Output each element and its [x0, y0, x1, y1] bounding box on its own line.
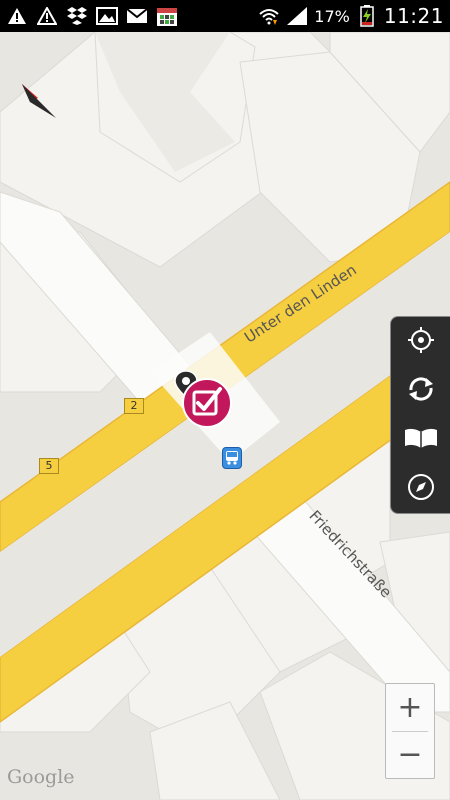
- calendar-icon: [156, 5, 178, 27]
- map-book-button[interactable]: [391, 415, 450, 464]
- zoom-out-button[interactable]: −: [386, 732, 434, 779]
- status-bar: 17% 11:21: [0, 0, 450, 32]
- zoom-in-button[interactable]: +: [386, 684, 434, 731]
- notification-icons: [6, 5, 178, 27]
- system-status: 17% 11:21: [258, 4, 444, 28]
- map-book-icon: [404, 426, 438, 454]
- clock: 11:21: [383, 4, 444, 28]
- wifi-icon: [258, 5, 280, 27]
- sync-button[interactable]: [391, 366, 450, 415]
- locate-icon: [407, 326, 435, 358]
- route-badge: 2: [124, 398, 144, 414]
- map-view[interactable]: Unter den Linden Friedrichstraße 2 5 Goo…: [0, 32, 450, 800]
- battery-charging-icon: [356, 5, 378, 27]
- google-attribution: Google: [7, 766, 75, 788]
- dropbox-icon: [66, 5, 88, 27]
- compass-button[interactable]: [391, 464, 450, 513]
- warning-icon: [6, 5, 28, 27]
- battery-percent: 17%: [314, 6, 350, 26]
- image-icon: [96, 5, 118, 27]
- zoom-controls: + −: [385, 683, 435, 779]
- sync-icon: [406, 375, 436, 407]
- bus-stop-icon[interactable]: [222, 447, 242, 469]
- locate-button[interactable]: [391, 317, 450, 366]
- route-badge: 5: [39, 458, 59, 474]
- gmail-icon: [126, 5, 148, 27]
- warning-icon: [36, 5, 58, 27]
- compass-icon: [407, 473, 435, 505]
- signal-icon: [286, 5, 308, 27]
- map-tools-panel: [390, 316, 450, 514]
